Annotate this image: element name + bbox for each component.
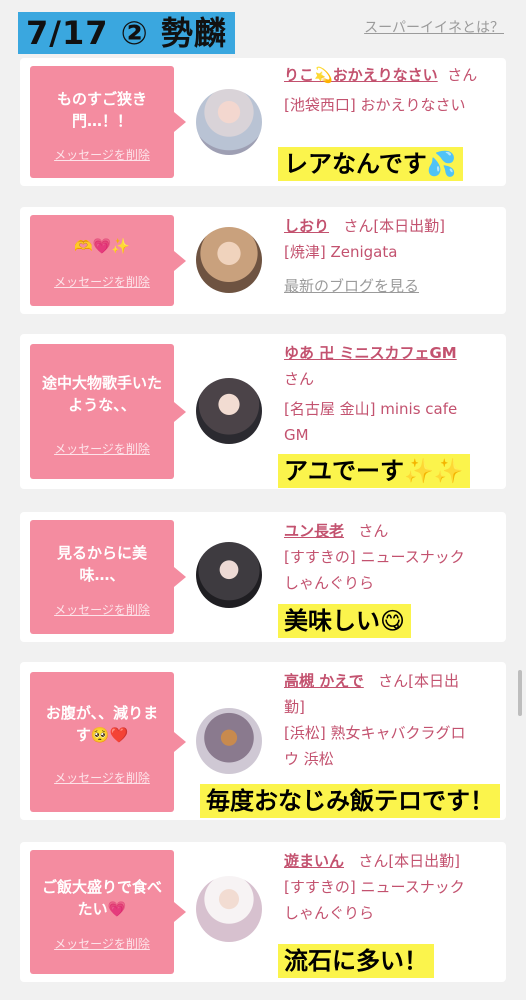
message-bubble: 🫶💗✨ メッセージを削除	[30, 215, 186, 306]
delete-message-link[interactable]: メッセージを削除	[30, 769, 174, 786]
honorific: さん	[358, 522, 389, 540]
page-title: 7/17 ② 勢麟	[18, 12, 235, 54]
delete-message-link[interactable]: メッセージを削除	[30, 146, 174, 163]
message-text: 見るからに美 味…、	[56, 544, 147, 584]
user-name-link[interactable]: りこ💫おかえりなさい	[284, 66, 438, 84]
message-card: ものすご狭き 門…！！ メッセージを削除 りこ💫おかえりなさい さん [池袋西口…	[20, 58, 506, 186]
honorific: さん[本日出勤]	[343, 217, 446, 235]
shop-name: [浜松] 熟女キャバクラグロ ウ 浜松	[284, 724, 466, 768]
user-name-link[interactable]: ゆあ 卍 ミニスカフェGM	[284, 344, 457, 362]
message-text: お腹が、、減りま す🥺❤️	[45, 704, 159, 744]
message-bubble: 見るからに美 味…、 メッセージを削除	[30, 520, 186, 634]
shop-name: [池袋西口] おかえりなさい	[284, 96, 466, 114]
message-bubble: 途中大物歌手いた ような、、 メッセージを削除	[30, 344, 186, 479]
shop-name: [すすきの] ニュースナック しゃんぐりら	[284, 548, 465, 592]
message-bubble: ご飯大盛りで食べ たい💗 メッセージを削除	[30, 850, 186, 974]
scrollbar-thumb[interactable]	[518, 670, 522, 716]
avatar[interactable]	[196, 708, 262, 774]
message-card: 見るからに美 味…、 メッセージを削除 ユン長老 さん [すすきの] ニュースナ…	[20, 512, 506, 642]
message-text: 途中大物歌手いた ような、、	[41, 374, 162, 414]
delete-message-link[interactable]: メッセージを削除	[30, 935, 174, 952]
message-bubble: お腹が、、減りま す🥺❤️ メッセージを削除	[30, 672, 186, 812]
honorific: さん	[447, 66, 478, 84]
user-name-link[interactable]: 遊まいん	[284, 852, 344, 870]
avatar[interactable]	[196, 378, 262, 444]
delete-message-link[interactable]: メッセージを削除	[30, 440, 174, 457]
message-text: 🫶💗✨	[73, 237, 131, 255]
message-bubble: ものすご狭き 門…！！ メッセージを削除	[30, 66, 186, 178]
user-name-link[interactable]: 高槻 かえで	[284, 672, 364, 690]
honorific: さん[本日出	[378, 672, 459, 690]
avatar[interactable]	[196, 542, 262, 608]
honorific: さん	[284, 370, 315, 388]
avatar[interactable]	[196, 227, 262, 293]
shop-name: [焼津] Zenigata	[284, 243, 398, 261]
message-card: お腹が、、減りま す🥺❤️ メッセージを削除 高槻 かえで さん[本日出 勤] …	[20, 662, 506, 820]
shop-name: [すすきの] ニュースナック しゃんぐりら	[284, 878, 465, 922]
message-card: 🫶💗✨ メッセージを削除 しおり さん[本日出勤] [焼津] Zenigata …	[20, 207, 506, 314]
delete-message-link[interactable]: メッセージを削除	[30, 601, 174, 618]
shop-name: [名古屋 金山] minis cafe GM	[284, 400, 458, 444]
message-text: ものすご狭き 門…！！	[56, 90, 147, 130]
highlight-caption: 毎度おなじみ飯テロです！	[200, 784, 500, 818]
avatar[interactable]	[196, 876, 262, 942]
honorific-continued: 勤]	[284, 698, 305, 716]
highlight-caption: アユでーす✨✨	[278, 454, 470, 488]
user-name-link[interactable]: ユン長老	[284, 522, 344, 540]
message-card: 途中大物歌手いた ような、、 メッセージを削除 ゆあ 卍 ミニスカフェGM さん…	[20, 334, 506, 489]
user-name-link[interactable]: しおり	[284, 217, 329, 235]
honorific: さん[本日出勤]	[358, 852, 461, 870]
super-iine-help-link[interactable]: スーパーイイネとは？	[364, 17, 504, 37]
message-text: ご飯大盛りで食べ たい💗	[41, 878, 162, 918]
delete-message-link[interactable]: メッセージを削除	[30, 273, 174, 290]
latest-blog-link[interactable]: 最新のブログを見る	[284, 277, 419, 295]
highlight-caption: レアなんです💦	[278, 147, 463, 181]
avatar[interactable]	[196, 89, 262, 155]
message-card: ご飯大盛りで食べ たい💗 メッセージを削除 遊まいん さん[本日出勤] [すすき…	[20, 842, 506, 982]
highlight-caption: 流石に多い！	[278, 944, 434, 978]
highlight-caption: 美味しい😋	[278, 604, 412, 638]
